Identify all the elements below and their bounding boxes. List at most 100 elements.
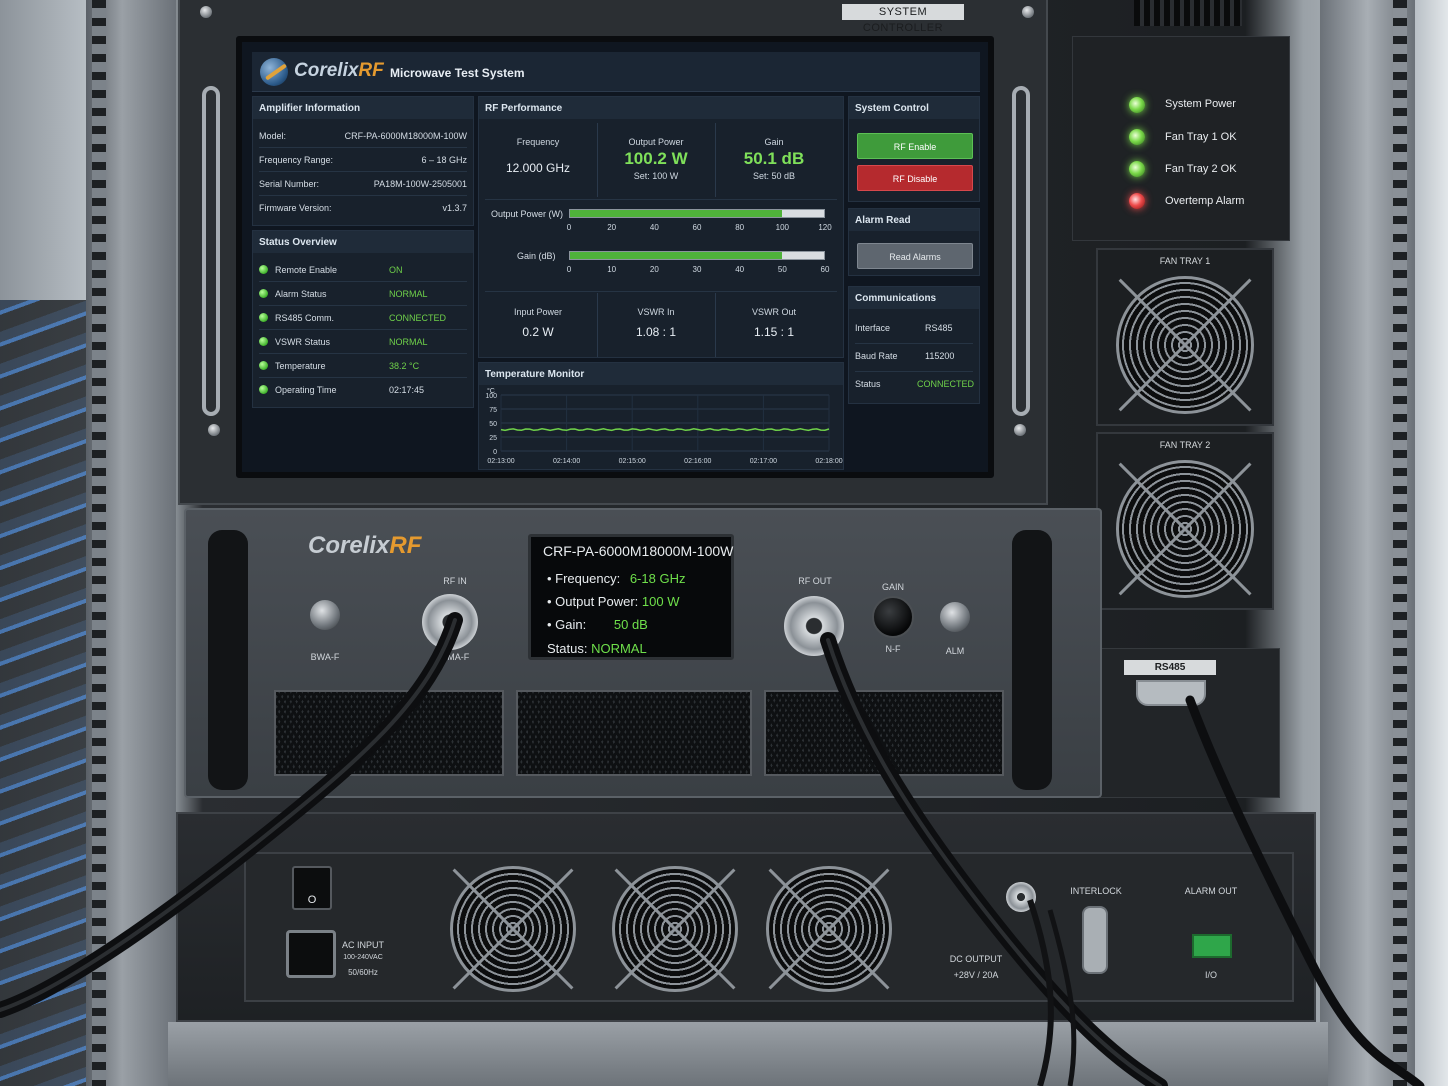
status-ok-icon — [259, 289, 268, 298]
fan-icon — [1116, 460, 1254, 598]
gain-label: Gain — [764, 137, 784, 147]
x-tick-label: 02:16:00 — [684, 458, 711, 465]
bar-tick-label: 20 — [607, 223, 617, 232]
status-value: 02:17:45 — [389, 385, 425, 395]
status-value: NORMAL — [389, 289, 428, 299]
vswr-out-value: 1.15 : 1 — [753, 325, 795, 339]
status-led-icon — [1129, 161, 1145, 177]
output-power-value: 100.2 W — [624, 149, 688, 168]
comm-label: Baud Rate — [855, 351, 898, 361]
controller-screen: CorelixRF Microwave Test System Amplifie… — [236, 36, 994, 478]
chassis-handle-left — [202, 86, 220, 416]
background-wall — [1415, 0, 1448, 1086]
status-value: 38.2 °C — [389, 361, 420, 371]
amp-vent — [764, 690, 1004, 776]
fan-icon — [612, 866, 738, 992]
led-label: System Power — [1165, 98, 1236, 110]
alarm-read-panel: Alarm Read Read Alarms — [848, 208, 980, 276]
amp-handle-left — [208, 530, 248, 790]
controller-label: SYSTEM CONTROLLER — [842, 4, 964, 34]
output-power-label: Output Power — [628, 137, 684, 147]
rf-enable-button[interactable]: RF Enable — [857, 133, 973, 159]
rf-disable-button[interactable]: RF Disable — [857, 165, 973, 191]
x-tick-label: 02:17:00 — [750, 458, 777, 465]
status-label: Operating Time — [275, 385, 337, 395]
power-switch[interactable]: O — [292, 866, 332, 910]
alarm-out-label: ALARM OUT — [1184, 886, 1238, 896]
bar-tick-label: 80 — [735, 223, 745, 232]
gain-knob[interactable] — [872, 596, 914, 638]
x-tick-label: 02:15:00 — [619, 458, 646, 465]
dc-spec-label: +28V / 20A — [953, 970, 999, 980]
screw-icon — [200, 6, 212, 18]
output-power-bar-fill — [570, 210, 783, 217]
temperature-monitor-panel: Temperature Monitor °C 100 75 50 25 0 02:13:00… — [478, 362, 844, 470]
alm-button[interactable] — [940, 602, 970, 632]
x-tick-label: 02:13:00 — [487, 458, 514, 465]
bar-tick-label: 60 — [820, 265, 830, 274]
rack-rail-right — [1320, 0, 1415, 1086]
status-led-icon — [1129, 97, 1145, 113]
dc-output-connector[interactable] — [1006, 882, 1036, 912]
comm-value: 115200 — [925, 351, 955, 361]
bar-tick-label: 100 — [775, 223, 789, 232]
read-alarms-button[interactable]: Read Alarms — [857, 243, 973, 269]
status-label: Temperature — [275, 361, 326, 371]
app-title: Microwave Test System — [390, 66, 525, 80]
fan-tray-label: FAN TRAY 2 — [1159, 440, 1211, 450]
rf-in-connector-label: NMA-F — [440, 652, 470, 662]
gain-setpoint: Set: 50 dB — [752, 171, 796, 181]
lcd-frequency-row: • Frequency: 6-18 GHz — [547, 571, 686, 586]
rf-in-connector[interactable] — [422, 594, 478, 650]
bar-tick-label: 20 — [649, 265, 659, 274]
input-power-label: Input Power — [513, 307, 563, 317]
rs485-label: RS485 — [1124, 660, 1216, 675]
amp-vent — [274, 690, 504, 776]
comm-label: Interface — [855, 323, 891, 333]
power-supply-panel: O AC INPUT 100-240VAC 50/60Hz DC OUTPUT … — [244, 852, 1294, 1002]
frequency-value: 12.000 GHz — [505, 161, 571, 175]
led-label: Fan Tray 2 OK — [1165, 163, 1237, 175]
screw-icon — [1022, 6, 1034, 18]
info-label: Serial Number: — [259, 179, 320, 189]
status-ok-icon — [259, 361, 268, 370]
alarm-out-terminal[interactable] — [1192, 934, 1232, 958]
panel-title: Communications — [849, 287, 979, 309]
status-led-icon — [1129, 129, 1145, 145]
interlock-connector[interactable] — [1082, 906, 1108, 974]
screw-icon — [208, 424, 220, 436]
panel-title: RF Performance — [479, 97, 843, 119]
gain-bar-fill — [570, 252, 783, 259]
alarm-led-icon — [1129, 193, 1145, 209]
bar-tick-label: 120 — [818, 223, 832, 232]
alm-label: ALM — [945, 646, 965, 656]
io-label: I/O — [1204, 970, 1217, 980]
rf-out-connector[interactable] — [784, 596, 844, 656]
rf-out-label: RF OUT — [798, 576, 832, 586]
fan-tray-label: FAN TRAY 1 — [1159, 256, 1211, 266]
amp-left-button[interactable] — [310, 600, 340, 630]
info-label: Firmware Version: — [259, 203, 332, 213]
amp-handle-right — [1012, 530, 1052, 790]
y-tick-label: 75 — [489, 407, 497, 414]
ac-inlet[interactable] — [286, 930, 336, 978]
info-label: Model: — [259, 131, 287, 141]
interlock-label: INTERLOCK — [1070, 886, 1122, 896]
ac-range-label: 100-240VAC — [343, 954, 383, 961]
fan-icon — [450, 866, 576, 992]
amp-logo: CorelixRF — [308, 532, 422, 559]
input-power-value: 0.2 W — [522, 325, 554, 339]
y-tick-label: 50 — [489, 421, 497, 428]
bar-tick-label: 60 — [692, 223, 702, 232]
vswr-out-label: VSWR Out — [751, 307, 796, 317]
rs485-connector[interactable] — [1136, 680, 1206, 706]
info-value: v1.3.7 — [442, 203, 467, 213]
bar-tick-label: 0 — [566, 265, 572, 274]
amp-left-button-label: BWA-F — [310, 652, 340, 662]
status-ok-icon — [259, 385, 268, 394]
gain-bar — [569, 251, 825, 260]
y-tick-label: 0 — [493, 449, 497, 456]
status-label: Alarm Status — [275, 289, 327, 299]
bar-tick-label: 50 — [777, 265, 787, 274]
rf-performance-panel: RF Performance Frequency 12.000 GHz Outp… — [478, 96, 844, 358]
